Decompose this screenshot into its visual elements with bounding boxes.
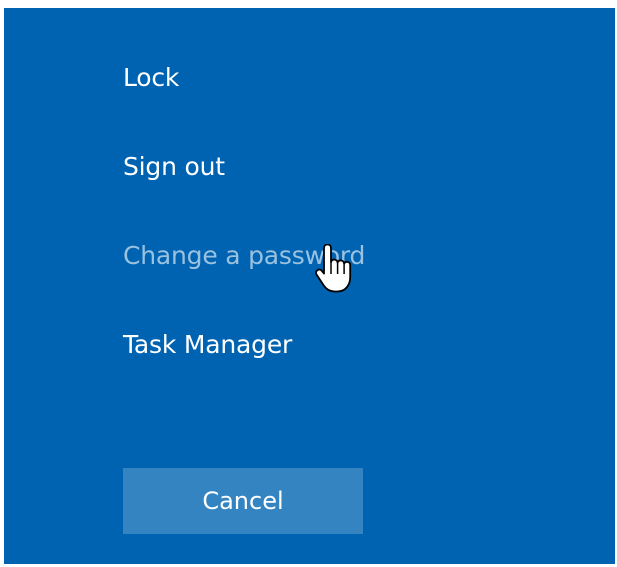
task-manager-option[interactable]: Task Manager bbox=[123, 330, 292, 360]
lock-option[interactable]: Lock bbox=[123, 63, 179, 93]
change-password-option[interactable]: Change a password bbox=[123, 241, 365, 271]
sign-out-option[interactable]: Sign out bbox=[123, 152, 225, 182]
cancel-button[interactable]: Cancel bbox=[123, 468, 363, 534]
security-options-screen: Lock Sign out Change a password Task Man… bbox=[4, 8, 615, 564]
